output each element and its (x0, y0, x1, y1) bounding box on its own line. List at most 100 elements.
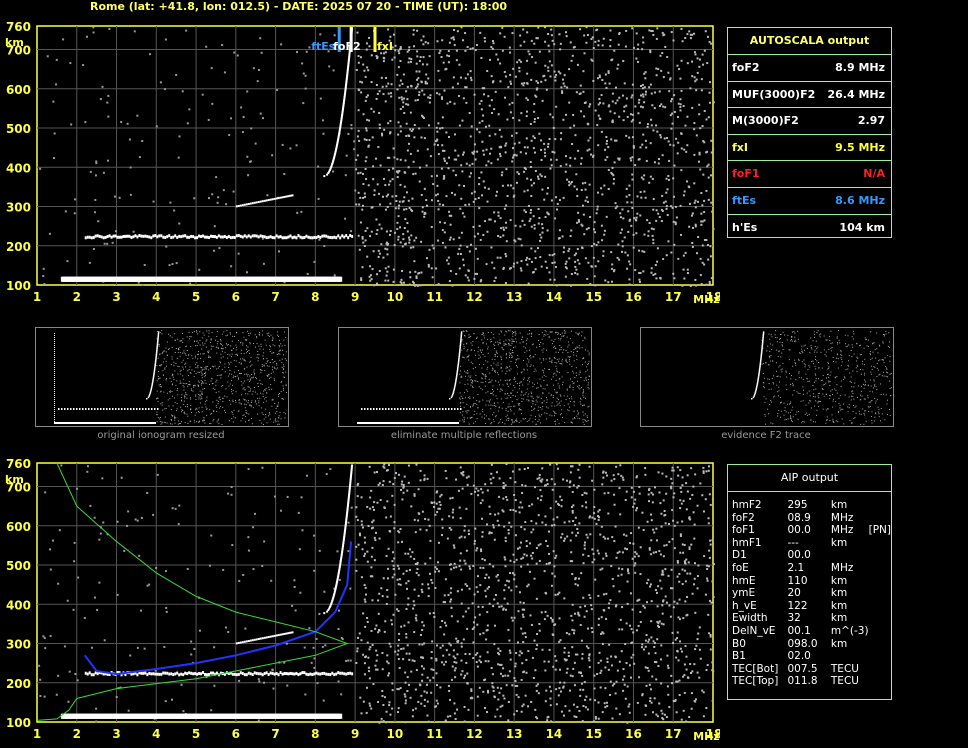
noise-dot (178, 504, 181, 507)
noise-dot (365, 711, 368, 714)
noise-dot (620, 474, 623, 477)
noise-dot (570, 614, 573, 617)
thumb-noise (157, 401, 159, 403)
noise-dot (617, 574, 620, 577)
noise-dot (507, 628, 510, 631)
noise-dot (582, 596, 585, 599)
noise-dot (451, 665, 454, 668)
noise-dot (523, 553, 526, 556)
thumb-noise (212, 387, 214, 389)
noise-dot (702, 691, 705, 694)
noise-dot (624, 499, 627, 502)
noise-dot (467, 529, 470, 532)
noise-dot (440, 534, 443, 537)
noise-dot (476, 695, 479, 698)
noise-dot (469, 567, 472, 570)
noise-dot (406, 489, 409, 492)
echo-point (257, 638, 260, 641)
noise-dot (483, 559, 486, 562)
noise-dot (386, 589, 389, 592)
noise-dot (678, 598, 681, 601)
noise-dot (448, 515, 451, 518)
noise-dot (538, 623, 541, 626)
noise-dot (655, 539, 658, 542)
noise-dot (461, 487, 464, 490)
noise-dot (696, 638, 699, 641)
noise-dot (685, 720, 688, 723)
noise-dot (95, 707, 98, 710)
noise-dot (503, 697, 506, 700)
noise-dot (626, 602, 629, 605)
noise-dot (456, 640, 459, 643)
noise-dot (356, 495, 359, 498)
noise-dot (650, 701, 653, 704)
noise-dot (465, 476, 468, 479)
noise-dot (618, 487, 621, 490)
noise-dot (474, 616, 477, 619)
noise-dot (571, 628, 574, 631)
autoscala-row: MUF(3000)F2 26.4 MHz (728, 82, 891, 109)
noise-dot (435, 684, 438, 687)
noise-dot (358, 532, 361, 535)
noise-dot (362, 700, 365, 703)
noise-dot (374, 531, 377, 534)
noise-dot (375, 668, 378, 671)
noise-dot (637, 624, 640, 627)
noise-dot (615, 680, 618, 683)
noise-dot (508, 670, 511, 673)
noise-dot (523, 528, 526, 531)
noise-dot (676, 560, 679, 563)
noise-dot (381, 652, 384, 655)
noise-dot (444, 660, 447, 663)
noise-dot (514, 499, 517, 502)
noise-dot (357, 543, 360, 546)
noise-dot (683, 663, 686, 666)
echo-point (283, 632, 286, 635)
noise-dot (621, 721, 624, 724)
autoscala-panel: AUTOSCALA output foF2 8.9 MHz MUF(3000)F2 2… (727, 27, 892, 238)
noise-dot (485, 638, 488, 641)
thumb-noise (209, 383, 211, 385)
noise-dot (559, 681, 562, 684)
noise-dot (701, 689, 704, 692)
noise-dot (365, 655, 368, 658)
autoscala-label: MUF(3000)F2 (732, 87, 816, 101)
noise-dot (424, 517, 427, 520)
noise-dot (544, 700, 547, 703)
noise-dot (538, 629, 541, 632)
noise-dot (512, 553, 515, 556)
noise-dot (572, 632, 575, 635)
noise-dot (665, 544, 668, 547)
thumb-noise (257, 357, 259, 359)
echo-point (235, 673, 238, 677)
noise-dot (227, 492, 230, 495)
noise-dot (525, 545, 528, 548)
noise-dot (421, 679, 424, 682)
noise-dot (238, 679, 241, 682)
noise-dot (499, 672, 502, 675)
noise-dot (502, 497, 505, 500)
noise-dot (679, 507, 682, 510)
noise-dot (568, 633, 571, 636)
autoscala-value: 8.6 MHz (835, 193, 885, 207)
noise-dot (501, 704, 504, 707)
noise-dot (413, 494, 416, 497)
echo-point (333, 673, 336, 677)
noise-dot (49, 634, 52, 637)
noise-dot (356, 519, 359, 522)
noise-dot (654, 589, 657, 592)
noise-dot (444, 621, 447, 624)
noise-dot (655, 527, 658, 530)
echo-point (297, 673, 300, 677)
echo-point (239, 671, 242, 675)
noise-dot (660, 682, 663, 685)
noise-dot (419, 684, 422, 687)
noise-dot (363, 598, 366, 601)
noise-dot (664, 595, 667, 598)
noise-dot (490, 463, 493, 466)
noise-dot (560, 710, 563, 713)
noise-dot (163, 645, 166, 648)
echo-point (267, 673, 270, 677)
noise-dot (407, 552, 410, 555)
noise-dot (574, 523, 577, 526)
